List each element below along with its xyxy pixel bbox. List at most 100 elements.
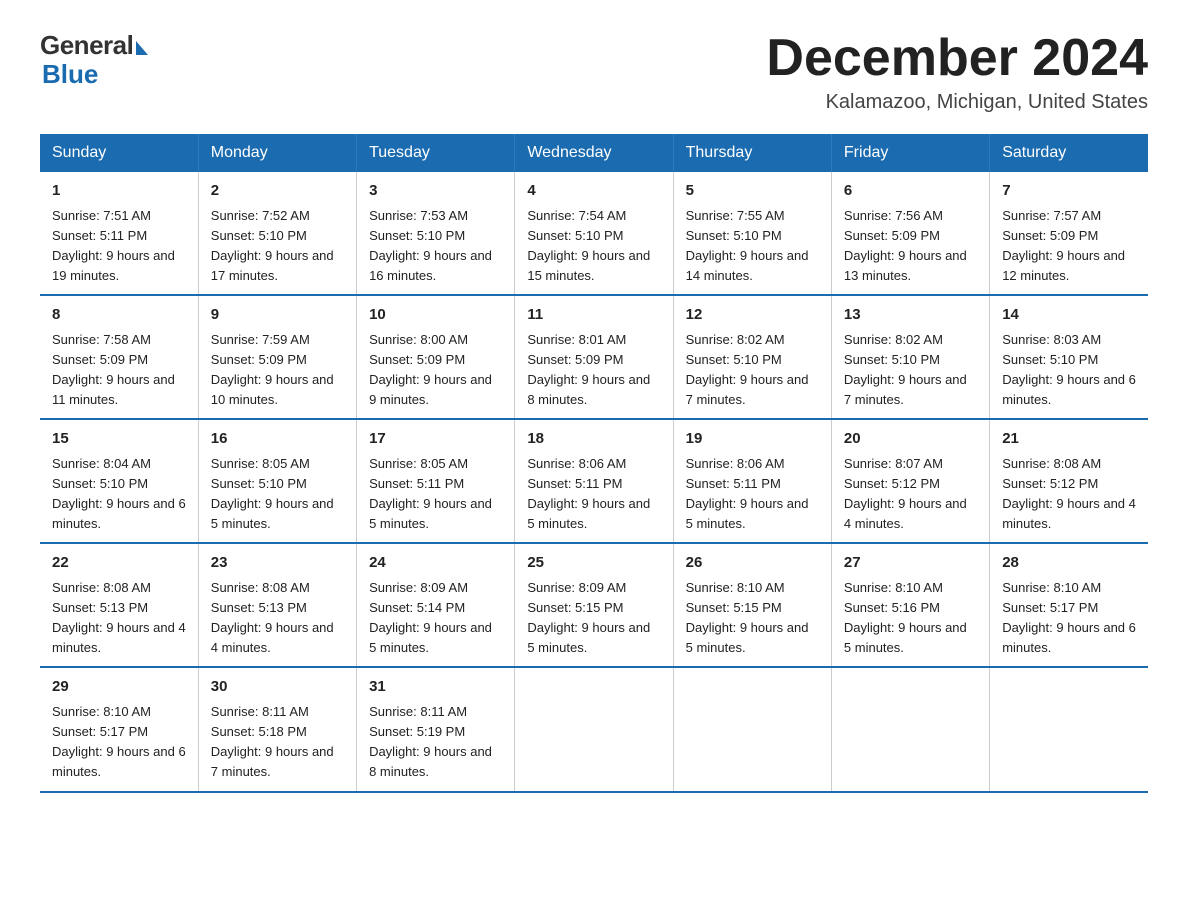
day-cell: 28 Sunrise: 8:10 AMSunset: 5:17 PMDayligh…: [990, 543, 1148, 667]
day-cell: 12 Sunrise: 8:02 AMSunset: 5:10 PMDayligh…: [673, 295, 831, 419]
day-number: 28: [1002, 552, 1136, 575]
day-info: Sunrise: 8:02 AMSunset: 5:10 PMDaylight:…: [844, 330, 977, 411]
day-cell: 2Sunrise: 7:52 AMSunset: 5:10 PMDaylight…: [198, 172, 356, 295]
day-number: 10: [369, 304, 502, 327]
day-info: Sunrise: 8:02 AMSunset: 5:10 PMDaylight:…: [686, 330, 819, 411]
day-cell: 27 Sunrise: 8:10 AMSunset: 5:16 PMDayligh…: [831, 543, 989, 667]
day-number: 16: [211, 428, 344, 451]
day-info: Sunrise: 8:03 AMSunset: 5:10 PMDaylight:…: [1002, 330, 1136, 411]
day-number: 1: [52, 180, 186, 203]
day-number: 26: [686, 552, 819, 575]
day-info: Sunrise: 8:10 AMSunset: 5:16 PMDaylight:…: [844, 578, 977, 659]
header-thursday: Thursday: [673, 134, 831, 172]
day-info: Sunrise: 7:56 AMSunset: 5:09 PMDaylight:…: [844, 206, 977, 287]
day-number: 21: [1002, 428, 1136, 451]
day-info: Sunrise: 7:58 AMSunset: 5:09 PMDaylight:…: [52, 330, 186, 411]
day-cell: 11 Sunrise: 8:01 AMSunset: 5:09 PMDayligh…: [515, 295, 673, 419]
day-cell: 4 Sunrise: 7:54 AMSunset: 5:10 PMDaylight…: [515, 172, 673, 295]
header: General Blue December 2024 Kalamazoo, Mi…: [40, 30, 1148, 114]
day-info: Sunrise: 7:54 AMSunset: 5:10 PMDaylight:…: [527, 206, 660, 287]
week-row-4: 22 Sunrise: 8:08 AMSunset: 5:13 PMDayligh…: [40, 543, 1148, 667]
day-info: Sunrise: 8:10 AMSunset: 5:17 PMDaylight:…: [52, 702, 186, 783]
day-number: 2: [211, 180, 344, 203]
day-number: 20: [844, 428, 977, 451]
day-cell: 30Sunrise: 8:11 AMSunset: 5:18 PMDayligh…: [198, 667, 356, 791]
day-number: 30: [211, 676, 344, 699]
day-number: 9: [211, 304, 344, 327]
day-number: 7: [1002, 180, 1136, 203]
logo-blue-text: Blue: [42, 59, 98, 90]
day-number: 27: [844, 552, 977, 575]
header-monday: Monday: [198, 134, 356, 172]
day-number: 3: [369, 180, 502, 203]
subtitle: Kalamazoo, Michigan, United States: [766, 91, 1148, 114]
day-cell: 3Sunrise: 7:53 AMSunset: 5:10 PMDaylight…: [357, 172, 515, 295]
day-number: 18: [527, 428, 660, 451]
day-number: 17: [369, 428, 502, 451]
logo-arrow-icon: [136, 41, 148, 55]
day-number: 5: [686, 180, 819, 203]
day-cell: 6 Sunrise: 7:56 AMSunset: 5:09 PMDaylight…: [831, 172, 989, 295]
day-cell: 29 Sunrise: 8:10 AMSunset: 5:17 PMDayligh…: [40, 667, 198, 791]
day-number: 24: [369, 552, 502, 575]
day-cell: 8 Sunrise: 7:58 AMSunset: 5:09 PMDaylight…: [40, 295, 198, 419]
logo: General Blue: [40, 30, 148, 90]
day-cell: 15 Sunrise: 8:04 AMSunset: 5:10 PMDayligh…: [40, 419, 198, 543]
day-number: 29: [52, 676, 186, 699]
day-number: 6: [844, 180, 977, 203]
day-cell: [990, 667, 1148, 791]
day-cell: 9 Sunrise: 7:59 AMSunset: 5:09 PMDaylight…: [198, 295, 356, 419]
header-wednesday: Wednesday: [515, 134, 673, 172]
day-number: 8: [52, 304, 186, 327]
day-info: Sunrise: 8:08 AMSunset: 5:13 PMDaylight:…: [211, 578, 344, 659]
day-info: Sunrise: 8:10 AMSunset: 5:17 PMDaylight:…: [1002, 578, 1136, 659]
day-cell: 19Sunrise: 8:06 AMSunset: 5:11 PMDayligh…: [673, 419, 831, 543]
day-cell: 23 Sunrise: 8:08 AMSunset: 5:13 PMDayligh…: [198, 543, 356, 667]
day-info: Sunrise: 8:05 AMSunset: 5:10 PMDaylight:…: [211, 454, 344, 535]
day-cell: 13 Sunrise: 8:02 AMSunset: 5:10 PMDayligh…: [831, 295, 989, 419]
day-info: Sunrise: 7:51 AMSunset: 5:11 PMDaylight:…: [52, 206, 186, 287]
day-cell: 26 Sunrise: 8:10 AMSunset: 5:15 PMDayligh…: [673, 543, 831, 667]
day-number: 12: [686, 304, 819, 327]
day-cell: 16 Sunrise: 8:05 AMSunset: 5:10 PMDayligh…: [198, 419, 356, 543]
day-number: 13: [844, 304, 977, 327]
day-cell: 1 Sunrise: 7:51 AMSunset: 5:11 PMDaylight…: [40, 172, 198, 295]
day-info: Sunrise: 8:09 AMSunset: 5:14 PMDaylight:…: [369, 578, 502, 659]
day-cell: 20 Sunrise: 8:07 AMSunset: 5:12 PMDayligh…: [831, 419, 989, 543]
day-info: Sunrise: 8:07 AMSunset: 5:12 PMDaylight:…: [844, 454, 977, 535]
day-number: 31: [369, 676, 502, 699]
day-number: 14: [1002, 304, 1136, 327]
header-saturday: Saturday: [990, 134, 1148, 172]
day-number: 19: [686, 428, 819, 451]
day-number: 15: [52, 428, 186, 451]
day-number: 11: [527, 304, 660, 327]
header-sunday: Sunday: [40, 134, 198, 172]
day-cell: 21Sunrise: 8:08 AMSunset: 5:12 PMDayligh…: [990, 419, 1148, 543]
day-cell: 10Sunrise: 8:00 AMSunset: 5:09 PMDayligh…: [357, 295, 515, 419]
day-info: Sunrise: 7:59 AMSunset: 5:09 PMDaylight:…: [211, 330, 344, 411]
day-info: Sunrise: 7:55 AMSunset: 5:10 PMDaylight:…: [686, 206, 819, 287]
logo-general-text: General: [40, 30, 133, 61]
day-info: Sunrise: 8:09 AMSunset: 5:15 PMDaylight:…: [527, 578, 660, 659]
day-cell: 24 Sunrise: 8:09 AMSunset: 5:14 PMDayligh…: [357, 543, 515, 667]
header-tuesday: Tuesday: [357, 134, 515, 172]
day-cell: 31 Sunrise: 8:11 AMSunset: 5:19 PMDayligh…: [357, 667, 515, 791]
week-row-1: 1 Sunrise: 7:51 AMSunset: 5:11 PMDaylight…: [40, 172, 1148, 295]
day-info: Sunrise: 8:10 AMSunset: 5:15 PMDaylight:…: [686, 578, 819, 659]
main-title: December 2024: [766, 30, 1148, 87]
week-row-2: 8 Sunrise: 7:58 AMSunset: 5:09 PMDaylight…: [40, 295, 1148, 419]
day-info: Sunrise: 8:01 AMSunset: 5:09 PMDaylight:…: [527, 330, 660, 411]
day-info: Sunrise: 7:57 AMSunset: 5:09 PMDaylight:…: [1002, 206, 1136, 287]
day-cell: 22Sunrise: 8:08 AMSunset: 5:13 PMDayligh…: [40, 543, 198, 667]
header-friday: Friday: [831, 134, 989, 172]
day-info: Sunrise: 8:04 AMSunset: 5:10 PMDaylight:…: [52, 454, 186, 535]
title-area: December 2024 Kalamazoo, Michigan, Unite…: [766, 30, 1148, 114]
day-cell: 5 Sunrise: 7:55 AMSunset: 5:10 PMDaylight…: [673, 172, 831, 295]
day-number: 23: [211, 552, 344, 575]
day-info: Sunrise: 8:11 AMSunset: 5:19 PMDaylight:…: [369, 702, 502, 783]
day-number: 4: [527, 180, 660, 203]
day-cell: 17Sunrise: 8:05 AMSunset: 5:11 PMDayligh…: [357, 419, 515, 543]
day-number: 22: [52, 552, 186, 575]
week-row-5: 29 Sunrise: 8:10 AMSunset: 5:17 PMDayligh…: [40, 667, 1148, 791]
day-number: 25: [527, 552, 660, 575]
